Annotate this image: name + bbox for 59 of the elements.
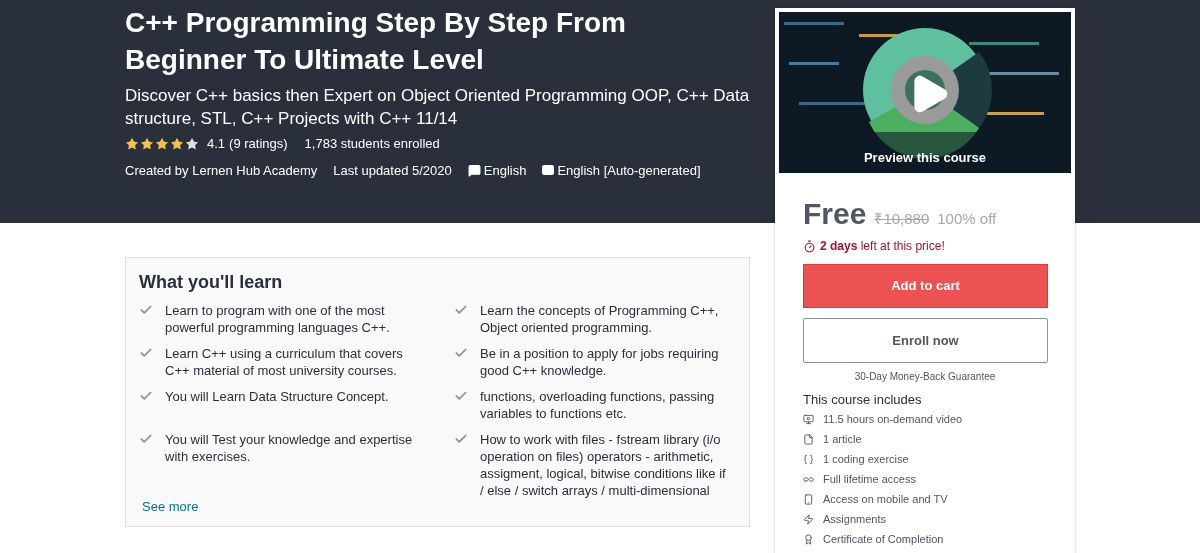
timer-icon [803,239,816,253]
original-price: ₹10,880 [874,209,930,229]
enroll-button[interactable]: Enroll now [803,318,1048,363]
price-timer: 2 days left at this price! [820,238,945,255]
check-icon [139,432,153,446]
learn-item: Learn C++ using a curriculum that covers C++ material of most university courses. [165,345,404,380]
file-icon [803,434,814,445]
ratings-count: (9 ratings) [229,135,288,153]
check-icon [454,346,468,360]
learn-heading: What you'll learn [139,271,284,294]
star-icon [170,136,184,151]
award-icon [803,534,814,545]
language: English [483,161,527,180]
learn-item: Be in a position to apply for jobs requiring good C++ knowledge. [480,345,720,380]
speech-bubble-icon [467,163,481,177]
check-icon [454,432,468,446]
discount: 100% off [937,209,997,229]
lightning-icon [803,514,814,525]
add-to-cart-button[interactable]: Add to cart [803,264,1048,308]
video-icon [803,414,814,425]
phone-icon [803,494,814,505]
star-icon [155,136,169,151]
braces-icon [803,454,814,465]
learn-item: functions, overloading functions, passing variables to functions etc. [480,388,716,423]
check-icon [454,303,468,317]
star-icon [140,136,154,151]
enrolled-count: 1,783 students enrolled [304,135,440,153]
star-icon [185,136,199,151]
rating-value: 4.1 [207,135,226,153]
star-icon [125,136,139,151]
check-icon [139,346,153,360]
captions-icon [542,165,555,176]
price: Free [803,196,867,232]
captions-language: English [Auto-generated] [557,161,701,180]
see-more-link[interactable]: See more [142,496,199,516]
include-item: Full lifetime access [823,472,916,488]
check-icon [139,389,153,403]
guarantee: 30-Day Money-Back Guarantee [853,370,997,384]
preview-label: Preview this course [862,148,988,167]
learn-item: Learn the concepts of Programming C++, Object oriented programming. [480,302,720,337]
learn-item: How to work with files - fstream library (i/o operation on files) operators - arithmetic, assigment, logical, bitwise conditions like if / else / switch arrays / multi-dimensional [480,431,727,499]
include-item: Access on mobile and TV [823,492,948,508]
learn-item: You will Test your knowledge and expertise with exercises. [165,431,413,466]
learn-item: Learn to program with one of the most powerful programming languages C++. [165,302,391,337]
infinity-icon [803,474,814,485]
last-updated: Last updated 5/2020 [333,161,452,180]
course-title: C++ Programming Step By Step From Beginner To Ultimate Level [125,6,627,77]
include-item: 11.5 hours on-demand video [823,412,963,428]
created-by: Created by Lernen Hub Academy [125,161,318,180]
course-subtitle: Discover C++ basics then Expert on Object Oriented Programming OOP, C++ Data structure, STL, C++ Projects with C++ 11/14 [125,85,751,130]
include-item: 1 coding exercise [823,452,909,468]
include-item: 1 article [823,432,862,448]
includes-heading: This course includes [803,391,923,409]
learn-item: You will Learn Data Structure Concept. [165,388,390,406]
include-item: Assignments [823,512,886,528]
check-icon [139,303,153,317]
include-item: Certificate of Completion [823,532,944,548]
preview-video[interactable]: Preview this course [779,12,1071,173]
check-icon [454,389,468,403]
